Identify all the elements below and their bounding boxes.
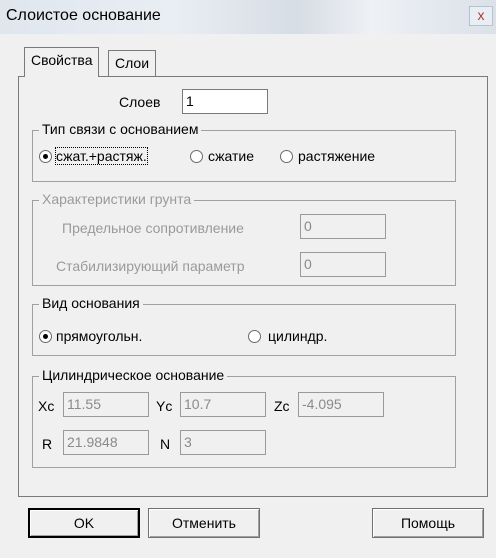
dialog-window: Слоистое основание x Свойства Слои Слоев… (0, 0, 496, 558)
yc-label: Yc (156, 398, 173, 414)
soil-characteristics-title: Характеристики грунта (39, 191, 195, 207)
r-input[interactable]: 21.9848 (63, 430, 149, 455)
base-cylindrical-radio[interactable] (248, 330, 261, 343)
bond-compression-tension-radio[interactable] (39, 150, 52, 163)
limit-resistance-label: Предельное сопротивление (62, 220, 244, 236)
bond-compression-label[interactable]: сжатие (208, 148, 254, 164)
n-input[interactable]: 3 (180, 430, 266, 455)
ok-button[interactable]: OK (28, 508, 140, 538)
radio-selected-dot (43, 154, 48, 159)
cylindrical-base-title: Цилиндрическое основание (39, 367, 228, 383)
help-button[interactable]: Помощь (372, 508, 484, 538)
radio-selected-dot (43, 334, 48, 339)
bond-compression-radio[interactable] (190, 150, 203, 163)
bond-tension-radio[interactable] (280, 150, 293, 163)
cancel-button[interactable]: Отменить (148, 508, 260, 538)
n-label: N (160, 436, 171, 452)
stabilizing-parameter-input[interactable]: 0 (300, 252, 386, 277)
base-cylindrical-label[interactable]: цилиндр. (268, 328, 327, 344)
limit-resistance-input[interactable]: 0 (300, 214, 386, 239)
layers-label: Слоев (119, 94, 161, 110)
base-rectangular-label[interactable]: прямоугольн. (56, 328, 142, 344)
layers-input[interactable]: 1 (182, 89, 268, 114)
stabilizing-parameter-label: Стабилизирующий параметр (56, 258, 245, 274)
bond-type-title: Тип связи с основанием (39, 121, 202, 137)
base-rectangular-radio[interactable] (39, 330, 52, 343)
xc-input[interactable]: 11.55 (63, 392, 149, 417)
yc-input[interactable]: 10.7 (180, 392, 266, 417)
zc-label: Zc (274, 398, 290, 414)
xc-label: Xc (38, 398, 55, 414)
r-label: R (42, 436, 53, 452)
zc-input[interactable]: -4.095 (298, 392, 384, 417)
base-type-title: Вид основания (39, 295, 143, 311)
bond-tension-label[interactable]: растяжение (298, 148, 375, 164)
bond-compression-tension-label[interactable]: сжат.+растяж. (55, 147, 148, 165)
